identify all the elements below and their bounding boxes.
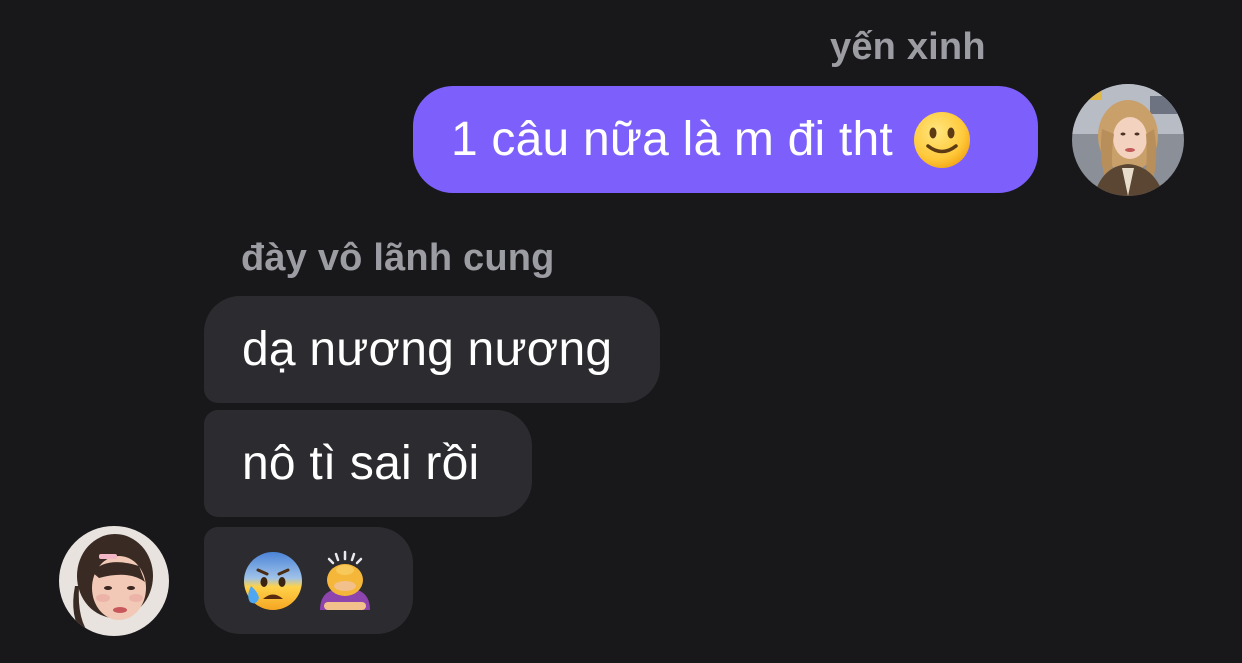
- incoming-message-bubble[interactable]: dạ nương nương: [204, 296, 660, 403]
- incoming-emoji-bubble[interactable]: [204, 527, 413, 634]
- outgoing-message-bubble[interactable]: 1 câu nữa là m đi tht: [413, 86, 1038, 193]
- incoming-user-avatar[interactable]: [59, 526, 169, 636]
- incoming-message-text: dạ nương nương: [242, 323, 613, 376]
- incoming-message-bubble[interactable]: nô tì sai rồi: [204, 410, 532, 517]
- anxious-face-with-sweat-icon: [242, 550, 304, 612]
- person-bowing-icon: [314, 550, 376, 612]
- outgoing-user-avatar[interactable]: [1072, 84, 1184, 196]
- incoming-sender-name: đày vô lãnh cung: [241, 237, 555, 279]
- slightly-smiling-face-icon: [913, 111, 971, 169]
- outgoing-sender-name: yến xinh: [830, 26, 986, 68]
- incoming-message-text: nô tì sai rồi: [242, 437, 480, 490]
- outgoing-message-text: 1 câu nữa là m đi tht: [451, 113, 893, 166]
